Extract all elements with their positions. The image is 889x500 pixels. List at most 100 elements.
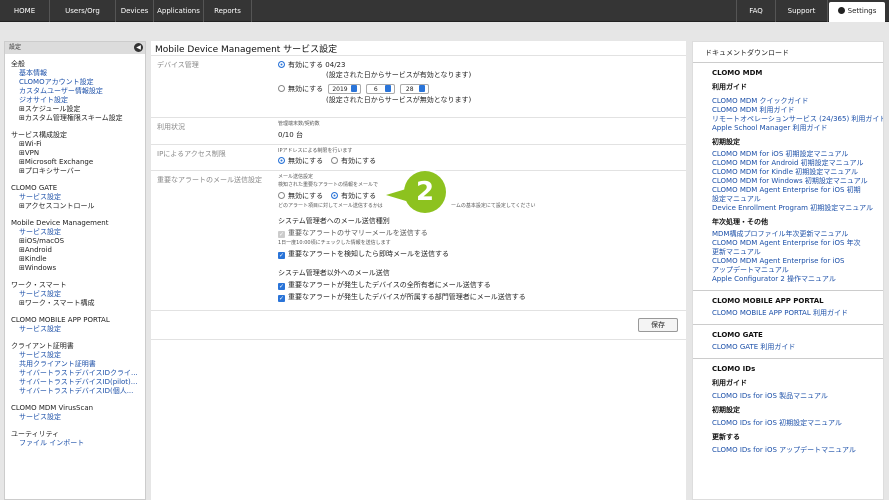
doc-link[interactable]: Device Enrollment Program 初期設定マニュアル [693, 204, 883, 213]
sidebar-expander[interactable]: ⊞スケジュール設定 [5, 105, 145, 114]
sidebar-link[interactable]: カスタムユーザー情報設定 [5, 87, 145, 96]
doc-link[interactable]: CLOMO MDM for Kindle 初期設定マニュアル [693, 168, 883, 177]
doc-link[interactable]: CLOMO IDs for iOS 製品マニュアル [693, 392, 883, 401]
doc-link[interactable]: 更新マニュアル [693, 248, 883, 257]
checkbox-immediate[interactable]: ✓ 重要なアラートを検知したら即時メールを送信する [278, 249, 449, 259]
sidebar-expander[interactable]: ⊞Microsoft Exchange [5, 158, 145, 167]
sidebar-link[interactable]: サービス設定 [5, 290, 145, 299]
sidebar-link[interactable]: ジオサイト設定 [5, 96, 145, 105]
doc-link[interactable]: リモートオペレーションサービス (24/365) 利用ガイド [693, 115, 883, 124]
checkbox-summary[interactable]: ✓ 重要なアラートのサマリーメールを送信する [278, 228, 428, 238]
doc-link[interactable]: CLOMO MDM 利用ガイド [693, 106, 883, 115]
nav-users-org[interactable]: Users/Org [50, 0, 116, 22]
doc-link[interactable]: CLOMO GATE 利用ガイド [693, 343, 883, 352]
sidebar-expander[interactable]: ⊞Windows [5, 264, 145, 273]
sidebar-section-cert: クライアント証明書 [11, 342, 74, 350]
sidebar-section-gate: CLOMO GATE [11, 184, 58, 192]
sidebar-link[interactable]: 基本情報 [5, 69, 145, 78]
sidebar-link[interactable]: サービス設定 [5, 351, 145, 360]
sidebar-link[interactable]: ファイル インポート [5, 439, 145, 448]
nav-applications[interactable]: Applications [154, 0, 204, 22]
alert-note-2: どのアラート項目に対してメール送信するかは [278, 203, 383, 209]
top-nav-bar: HOME Users/Org Devices Applications Repo… [0, 0, 889, 22]
checkbox-icon: ✓ [278, 252, 285, 259]
nav-devices[interactable]: Devices [116, 0, 154, 22]
sidebar-section-service: サービス構成設定 [11, 131, 67, 139]
checkbox-icon: ✓ [278, 231, 285, 238]
sidebar-expander[interactable]: ⊞iOS/macOS [5, 237, 145, 246]
sidebar-expander[interactable]: ⊞Android [5, 246, 145, 255]
checkbox-icon: ✓ [278, 295, 285, 302]
doc-link[interactable]: CLOMO MDM for Windows 初期設定マニュアル [693, 177, 883, 186]
day-select[interactable]: 28 [399, 84, 429, 94]
year-select[interactable]: 2019 [328, 84, 361, 94]
nav-settings[interactable]: Settings [829, 2, 885, 22]
collapse-sidebar-icon[interactable]: ◀ [134, 43, 143, 52]
sidebar-expander[interactable]: ⊞Kindle [5, 255, 145, 264]
checkbox-dept[interactable]: ✓ 重要なアラートが発生したデバイスが所属する部門管理者にメール送信する [278, 292, 526, 302]
sidebar-link[interactable]: サービス設定 [5, 193, 145, 202]
doc-link[interactable]: CLOMO IDs for iOS アップデートマニュアル [693, 446, 883, 455]
sidebar-link[interactable]: サービス設定 [5, 325, 145, 334]
radio-alert-disable[interactable]: 無効にする [278, 191, 323, 201]
divider [151, 310, 686, 311]
doc-link[interactable]: Apple Configurator 2 操作マニュアル [693, 275, 883, 284]
doc-link[interactable]: アップデートマニュアル [693, 266, 883, 275]
document-download-panel: ドキュメントダウンロード CLOMO MDM 利用ガイド CLOMO MDM ク… [692, 41, 884, 500]
sidebar-expander[interactable]: ⊞プロキシサーバー [5, 167, 145, 176]
doc-link[interactable]: MDM構成プロファイル年次更新マニュアル [693, 230, 883, 239]
radio-ip-disable[interactable]: 無効にする [278, 156, 323, 166]
ip-note: IPアドレスによる制限を行います [278, 148, 353, 154]
radio-disable-service[interactable]: 無効にする 2019 6 28 [278, 84, 429, 94]
divider [151, 339, 686, 340]
sidebar-expander[interactable]: ⊞ワーク・スマート構成 [5, 299, 145, 308]
sidebar-link[interactable]: サイバートラストデバイスID(個人... [5, 387, 145, 396]
radio-ip-enable[interactable]: 有効にする [331, 156, 376, 166]
sidebar-expander[interactable]: ⊞Wi-Fi [5, 140, 145, 149]
row-ip-restriction: IPによるアクセス制限 IPアドレスによる制限を行います 無効にする 有効にする [151, 144, 686, 170]
doc-section-ids: CLOMO IDs [693, 358, 883, 374]
doc-subsection: 年次処理・その他 [712, 218, 768, 226]
sidebar-link[interactable]: サイバートラストデバイスIDクライ... [5, 369, 145, 378]
radio-alert-enable[interactable]: 有効にする [331, 191, 376, 201]
doc-section-portal: CLOMO MOBILE APP PORTAL [693, 290, 883, 306]
sidebar-link[interactable]: CLOMOアカウント設定 [5, 78, 145, 87]
radio-icon [278, 61, 285, 68]
doc-link[interactable]: CLOMO MDM Agent Enterprise for iOS [693, 257, 883, 266]
doc-link[interactable]: CLOMO MDM Agent Enterprise for iOS 年次 [693, 239, 883, 248]
sidebar-expander[interactable]: ⊞VPN [5, 149, 145, 158]
sidebar-expander[interactable]: ⊞カスタム管理権限スキーム設定 [5, 114, 145, 123]
checkbox-owner[interactable]: ✓ 重要なアラートが発生したデバイスの全所有者にメール送信する [278, 280, 491, 290]
sidebar-link[interactable]: サービス設定 [5, 228, 145, 237]
radio-icon [278, 192, 285, 199]
nav-faq[interactable]: FAQ [736, 0, 776, 22]
sidebar-section-util: ユーティリティ [11, 430, 60, 438]
row-usage: 利用状況 管理端末数/契約数 0/10 台 [151, 117, 686, 144]
doc-link[interactable]: Apple School Manager 利用ガイド [693, 124, 883, 133]
nav-reports[interactable]: Reports [204, 0, 252, 22]
month-select[interactable]: 6 [365, 84, 395, 94]
doc-link[interactable]: 設定マニュアル [693, 195, 883, 204]
doc-link[interactable]: CLOMO MDM for Android 初期設定マニュアル [693, 159, 883, 168]
row-label: 利用状況 [157, 123, 185, 131]
doc-link[interactable]: CLOMO MOBILE APP PORTAL 利用ガイド [693, 309, 883, 318]
radio-enable-service[interactable]: 有効にする 04/23 [278, 60, 345, 70]
panel-title: ドキュメントダウンロード [705, 49, 789, 57]
doc-link[interactable]: CLOMO MDM Agent Enterprise for iOS 初期 [693, 186, 883, 195]
doc-link[interactable]: CLOMO MDM クイックガイド [693, 97, 883, 106]
usage-header: 管理端末数/契約数 [278, 121, 320, 127]
doc-subsection: 初期設定 [712, 406, 740, 414]
doc-link[interactable]: CLOMO MDM for iOS 初期設定マニュアル [693, 150, 883, 159]
save-button[interactable]: 保存 [638, 318, 678, 332]
doc-section-mdm: CLOMO MDM [693, 62, 883, 78]
gear-icon [837, 7, 845, 14]
sidebar-link[interactable]: サービス設定 [5, 413, 145, 422]
sidebar-expander[interactable]: ⊞アクセスコントロール [5, 202, 145, 211]
sidebar-link[interactable]: サイバートラストデバイスID(pilot)... [5, 378, 145, 387]
nav-home[interactable]: HOME [0, 0, 50, 22]
radio-icon [278, 85, 285, 92]
checkbox-icon: ✓ [278, 283, 285, 290]
doc-link[interactable]: CLOMO IDs for iOS 初期設定マニュアル [693, 419, 883, 428]
nav-support[interactable]: Support [776, 0, 828, 22]
sidebar-link[interactable]: 共用クライアント証明書 [5, 360, 145, 369]
